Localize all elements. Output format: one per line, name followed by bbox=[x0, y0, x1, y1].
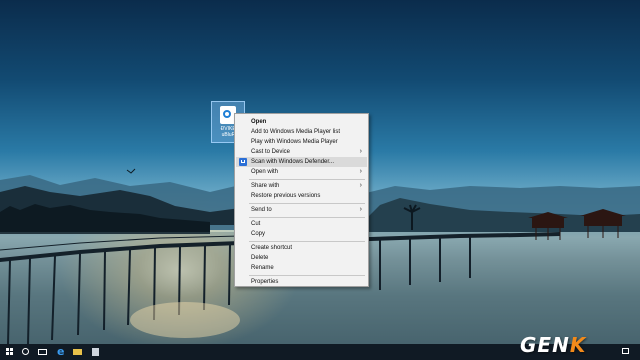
menu-item-copy[interactable]: Copy bbox=[236, 229, 367, 239]
menu-separator bbox=[249, 203, 365, 204]
menu-separator bbox=[249, 179, 365, 180]
menu-item-properties[interactable]: Properties bbox=[236, 277, 367, 287]
windows-defender-icon bbox=[239, 158, 247, 166]
menu-item-create-shortcut[interactable]: Create shortcut bbox=[236, 243, 367, 253]
store-icon[interactable] bbox=[88, 344, 104, 360]
menu-item-label: Create shortcut bbox=[251, 245, 293, 251]
menu-item-label: Cut bbox=[251, 221, 261, 227]
task-view-icon[interactable] bbox=[35, 344, 51, 360]
menu-item-label: Open bbox=[251, 119, 267, 125]
action-center-icon[interactable] bbox=[618, 344, 634, 360]
menu-item-label: Copy bbox=[251, 231, 266, 237]
menu-item-restore-previous-versions[interactable]: Restore previous versions bbox=[236, 191, 367, 201]
menu-item-delete[interactable]: Delete bbox=[236, 253, 367, 263]
menu-item-label: Restore previous versions bbox=[251, 193, 321, 199]
menu-item-label: Delete bbox=[251, 255, 269, 261]
menu-item-play-with-wmp[interactable]: Play with Windows Media Player bbox=[236, 137, 367, 147]
menu-item-open-with[interactable]: Open with › bbox=[236, 167, 367, 177]
context-menu: Open Add to Windows Media Player list Pl… bbox=[234, 113, 369, 287]
logo-accent-text: K bbox=[569, 333, 587, 357]
menu-separator bbox=[249, 241, 365, 242]
menu-item-label: Cast to Device bbox=[251, 149, 291, 155]
windows-start-icon[interactable] bbox=[2, 344, 18, 360]
file-explorer-icon[interactable] bbox=[70, 344, 86, 360]
menu-item-open[interactable]: Open bbox=[236, 117, 367, 127]
menu-item-rename[interactable]: Rename bbox=[236, 263, 367, 273]
menu-item-label: Share with bbox=[251, 183, 280, 189]
menu-item-label: Open with bbox=[251, 169, 279, 175]
menu-item-cast-to-device[interactable]: Cast to Device › bbox=[236, 147, 367, 157]
menu-item-label: Send to bbox=[251, 207, 272, 213]
menu-separator bbox=[249, 217, 365, 218]
menu-item-cut[interactable]: Cut bbox=[236, 219, 367, 229]
menu-item-share-with[interactable]: Share with › bbox=[236, 181, 367, 191]
menu-item-label: Scan with Windows Defender... bbox=[251, 159, 335, 165]
genk-logo: GENK bbox=[520, 333, 586, 357]
menu-item-scan-windows-defender[interactable]: Scan with Windows Defender... bbox=[236, 157, 367, 167]
submenu-arrow-icon: › bbox=[359, 168, 362, 175]
menu-item-label: Play with Windows Media Player bbox=[251, 139, 338, 145]
menu-item-label: Properties bbox=[251, 279, 279, 285]
menu-item-send-to[interactable]: Send to › bbox=[236, 205, 367, 215]
edge-browser-icon[interactable] bbox=[53, 344, 69, 360]
menu-item-label: Add to Windows Media Player list bbox=[251, 129, 341, 135]
cortana-search-icon[interactable] bbox=[18, 344, 34, 360]
submenu-arrow-icon: › bbox=[359, 206, 362, 213]
submenu-arrow-icon: › bbox=[359, 182, 362, 189]
submenu-arrow-icon: › bbox=[359, 148, 362, 155]
menu-item-add-to-wmp-list[interactable]: Add to Windows Media Player list bbox=[236, 127, 367, 137]
menu-separator bbox=[249, 275, 365, 276]
menu-item-label: Rename bbox=[251, 265, 274, 271]
logo-text: GEN bbox=[520, 333, 570, 357]
